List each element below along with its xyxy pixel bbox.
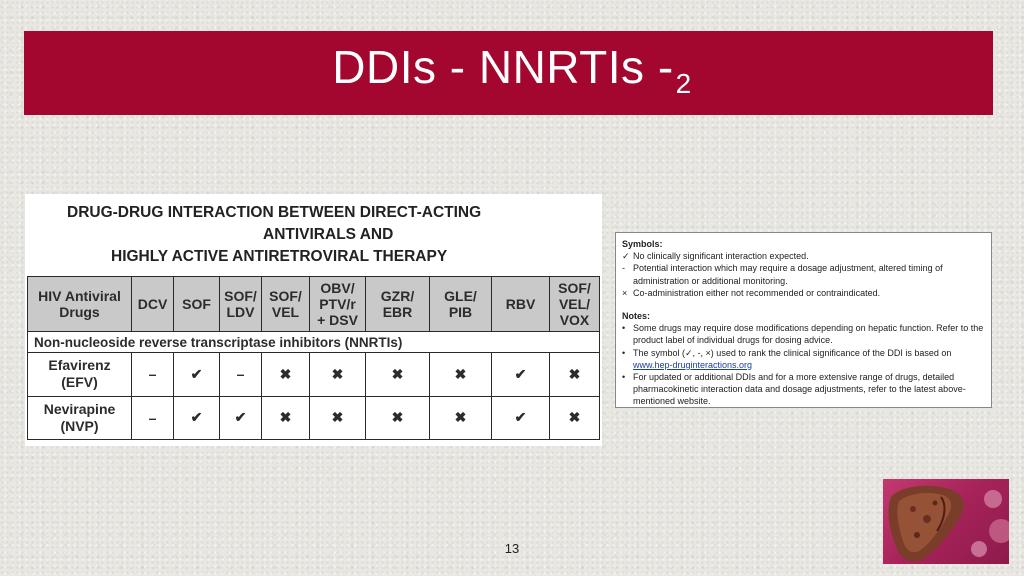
column-header-sof: SOF: [173, 276, 220, 332]
column-header-sof-vel: SOF/VEL: [261, 276, 310, 332]
note-item: • The symbol (✓, -, ×) used to rank the c…: [622, 347, 952, 370]
slide-title-subscript: 2: [675, 68, 692, 99]
hep-druginteractions-link[interactable]: www.hep-druginteractions.org: [633, 360, 752, 370]
table-heading: DRUG-DRUG INTERACTION BETWEEN DIRECT-ACT…: [25, 202, 595, 268]
interaction-cell: ✔: [491, 395, 550, 441]
interaction-cell: ✖: [261, 395, 310, 441]
column-header-rbv: RBV: [491, 276, 550, 332]
column-header-gle-pib: GLE/PIB: [429, 276, 492, 332]
interaction-cell: ✖: [549, 352, 600, 397]
cross-icon: ×: [622, 287, 628, 298]
column-header-dcv: DCV: [131, 276, 174, 332]
symbols-legend-box: Symbols: ✓ No clinically significant inte…: [615, 232, 992, 408]
table-heading-line: ANTIVIRALS AND: [263, 226, 394, 243]
table-heading-line: DRUG-DRUG INTERACTION BETWEEN DIRECT-ACT…: [67, 204, 482, 221]
table-row-efv: Efavirenz (EFV) – ✔ – ✖ ✖ ✖ ✖ ✔ ✖: [27, 352, 600, 397]
check-icon: ✓: [622, 251, 630, 262]
column-header-gzr-ebr: GZR/EBR: [365, 276, 430, 332]
interaction-cell: –: [131, 352, 174, 397]
note-item: • Some drugs may require dose modificatio…: [622, 323, 984, 346]
table-header-row: HIV Antiviral Drugs DCV SOF SOF/LDV SOF/V…: [27, 276, 600, 332]
interaction-cell: ✖: [365, 395, 430, 441]
bullet-icon: •: [622, 347, 626, 358]
drug-name-cell: Efavirenz (EFV): [27, 352, 132, 397]
ddi-table: HIV Antiviral Drugs DCV SOF SOF/LDV SOF/V…: [27, 276, 600, 441]
drug-name-cell: Nevirapine (NVP): [27, 395, 132, 441]
bullet-icon: •: [622, 323, 626, 334]
column-header-sof-vel-vox: SOF/VEL/VOX: [549, 276, 600, 332]
symbols-title: Symbols:: [622, 239, 663, 249]
ddi-table-image: DRUG-DRUG INTERACTION BETWEEN DIRECT-ACT…: [25, 194, 602, 446]
category-label: Non-nucleoside reverse transcriptase inh…: [27, 330, 600, 354]
table-heading-line: HIGHLY ACTIVE ANTIRETROVIRAL THERAPY: [111, 248, 448, 265]
symbol-item: ✓ No clinically significant interaction e…: [622, 251, 809, 262]
interaction-cell: ✖: [309, 352, 366, 397]
table-row-nvp: Nevirapine (NVP) – ✔ ✔ ✖ ✖ ✖ ✖ ✔ ✖: [27, 395, 600, 441]
interaction-cell: ✔: [173, 352, 220, 397]
interaction-cell: ✖: [429, 352, 492, 397]
category-row: Non-nucleoside reverse transcriptase inh…: [27, 330, 600, 354]
column-header-obv-ptv-dsv: OBV/PTV/r + DSV: [309, 276, 366, 332]
interaction-cell: ✔: [173, 395, 220, 441]
bullet-icon: •: [622, 372, 626, 383]
interaction-cell: –: [131, 395, 174, 441]
dash-icon: -: [622, 263, 625, 274]
page-number: 13: [504, 541, 520, 556]
notes-title: Notes:: [622, 311, 651, 322]
column-header-hiv-antiviral-drugs: HIV Antiviral Drugs: [27, 276, 132, 332]
slide-title: DDIs - NNRTIs -2: [0, 40, 1024, 100]
interaction-cell: ✔: [491, 352, 550, 397]
interaction-cell: ✖: [309, 395, 366, 441]
column-header-sof-ldv: SOF/LDV: [219, 276, 262, 332]
interaction-cell: ✖: [261, 352, 310, 397]
interaction-cell: ✖: [365, 352, 430, 397]
interaction-cell: –: [219, 352, 262, 397]
symbol-item: - Potential interaction which may require…: [622, 263, 943, 286]
interaction-cell: ✖: [429, 395, 492, 441]
symbol-item: × Co-administration either not recommende…: [622, 287, 881, 298]
interaction-cell: ✔: [219, 395, 262, 441]
interaction-cell: ✖: [549, 395, 600, 441]
slide-title-text: DDIs - NNRTIs -: [332, 41, 674, 93]
note-item: • For updated or additional DDIs and for …: [622, 372, 966, 407]
